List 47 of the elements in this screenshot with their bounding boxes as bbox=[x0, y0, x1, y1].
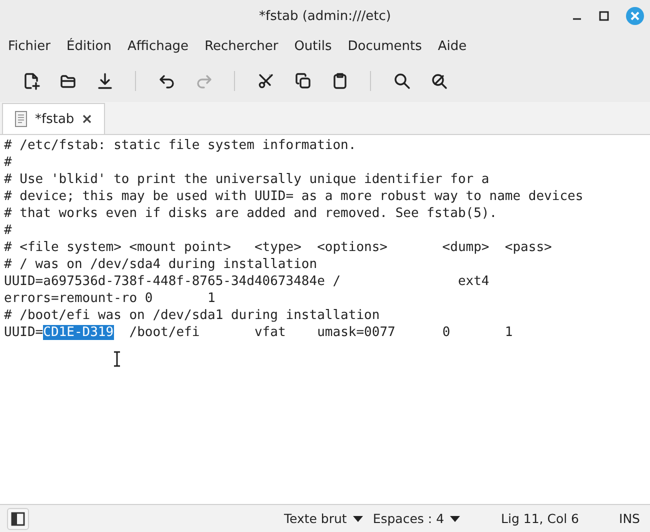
undo-icon bbox=[158, 72, 176, 90]
find-replace-icon bbox=[430, 72, 448, 90]
code-line: # <file system> <mount point> <type> <options> <dump> <pass> bbox=[4, 239, 553, 256]
code-line: # bbox=[4, 222, 13, 239]
document-icon bbox=[15, 111, 27, 127]
new-file-icon bbox=[22, 72, 40, 90]
code-line: errors=remount-ro 0 1 bbox=[4, 290, 216, 307]
insert-mode: INS bbox=[619, 511, 640, 526]
code-line: # /boot/efi was on /dev/sda1 during installation bbox=[4, 307, 381, 324]
folder-icon bbox=[58, 72, 76, 90]
menu-item[interactable]: Affichage bbox=[127, 38, 189, 54]
document-tab[interactable]: *fstab bbox=[2, 103, 106, 134]
menu-item[interactable]: Rechercher bbox=[204, 38, 278, 54]
selected-text: CD1E-D319 bbox=[43, 325, 114, 340]
code-line: # Use 'blkid' to print the universally unique identifier for a bbox=[4, 171, 490, 188]
code-text: /boot/efi vfat umask=0077 0 1 bbox=[128, 325, 513, 340]
code-line: # / was on /dev/sda4 during installation bbox=[4, 256, 318, 273]
code-text: UUID= bbox=[4, 325, 44, 340]
text-cursor-icon bbox=[113, 351, 121, 367]
download-icon bbox=[96, 72, 114, 90]
window-title: *fstab (admin:///etc) bbox=[259, 8, 391, 24]
search-icon bbox=[392, 72, 410, 90]
cursor-position: Lig 11, Col 6 bbox=[501, 511, 580, 526]
text-editor[interactable] bbox=[0, 135, 650, 504]
code-line: # device; this may be used with UUID= as a more robust way to name devices bbox=[4, 188, 584, 205]
redo-icon bbox=[194, 72, 212, 90]
menu-item[interactable]: Aide bbox=[438, 38, 467, 54]
maximize-icon[interactable] bbox=[599, 11, 609, 21]
menu-item[interactable]: Fichier bbox=[8, 38, 50, 54]
caret-icon bbox=[450, 516, 460, 522]
caret-icon bbox=[352, 516, 363, 522]
menu-item[interactable]: Documents bbox=[348, 38, 422, 54]
clipboard-icon bbox=[330, 72, 348, 90]
tab-label: *fstab bbox=[35, 112, 74, 126]
scissors-icon bbox=[256, 72, 274, 90]
language-dropdown[interactable]: Texte brut bbox=[278, 511, 368, 526]
side-panel-button[interactable] bbox=[7, 508, 29, 530]
menu-item[interactable]: Outils bbox=[294, 38, 332, 54]
code-line: # that works even if disks are added and removed. See fstab(5). bbox=[4, 205, 498, 222]
code-line: UUID=a697536d-738f-448f-8765-34d40673484e / ext4 bbox=[4, 273, 490, 290]
indent-dropdown[interactable]: Espaces : 4 bbox=[368, 511, 466, 526]
code-line: # bbox=[4, 154, 13, 171]
copy-icon bbox=[294, 72, 312, 90]
menu-item[interactable]: Édition bbox=[66, 38, 112, 54]
side-panel-icon bbox=[11, 512, 25, 526]
code-line: # /etc/fstab: static file system information. bbox=[4, 137, 358, 154]
close-icon[interactable] bbox=[82, 114, 92, 124]
